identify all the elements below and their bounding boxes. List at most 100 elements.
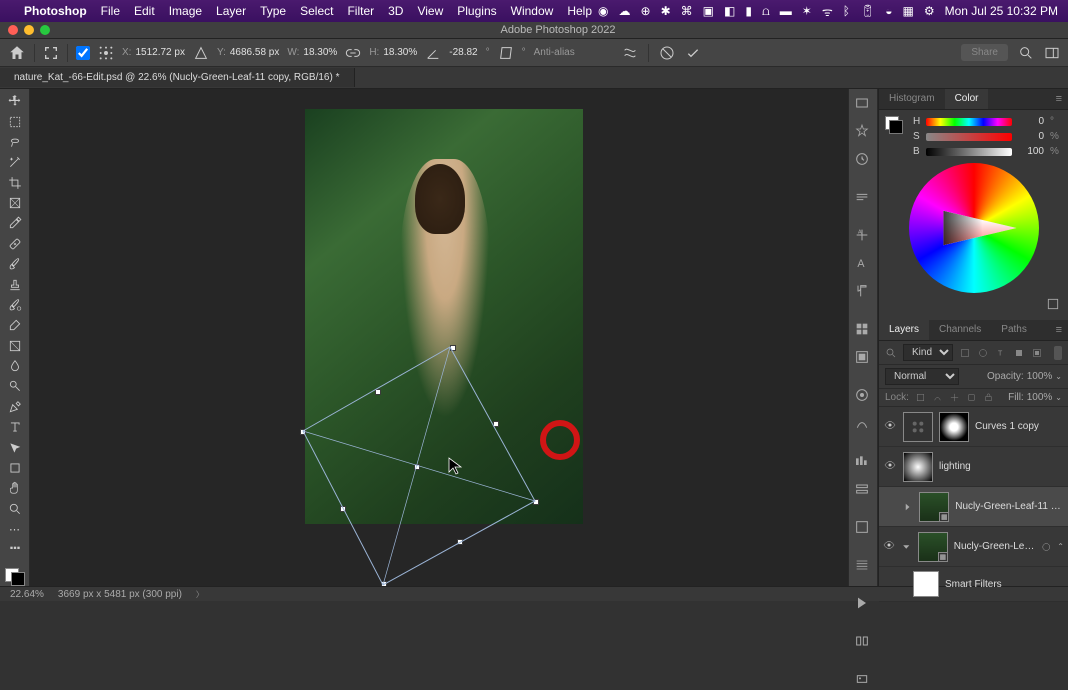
color-wheel[interactable] bbox=[909, 163, 1039, 293]
gradient-tool[interactable] bbox=[4, 338, 26, 354]
app-menu[interactable]: Photoshop bbox=[24, 4, 87, 18]
status-icon[interactable]: ☁ bbox=[619, 4, 631, 18]
h-value[interactable]: 18.30% bbox=[383, 47, 417, 58]
antialias-label[interactable]: Anti-alias bbox=[534, 47, 575, 58]
canvas-area[interactable] bbox=[30, 89, 848, 586]
status-icon[interactable]: ⌘ bbox=[681, 4, 693, 18]
panel-icon[interactable] bbox=[854, 387, 872, 405]
lock-all-icon[interactable] bbox=[983, 392, 994, 403]
lock-brush-icon[interactable] bbox=[932, 392, 943, 403]
menu-window[interactable]: Window bbox=[511, 4, 554, 18]
lock-artboard-icon[interactable] bbox=[966, 392, 977, 403]
status-icon[interactable]: ▬ bbox=[780, 4, 792, 18]
panel-icon[interactable] bbox=[854, 519, 872, 537]
reference-point-icon[interactable] bbox=[98, 45, 114, 61]
panel-icon[interactable] bbox=[854, 415, 872, 433]
visibility-toggle[interactable] bbox=[883, 539, 895, 554]
menu-help[interactable]: Help bbox=[567, 4, 592, 18]
share-button[interactable]: Share bbox=[961, 44, 1008, 61]
panel-icon[interactable] bbox=[854, 671, 872, 689]
layer-list[interactable]: Curves 1 copy lighting ▦ Nucly-Green-Lea… bbox=[879, 407, 1068, 602]
battery-icon[interactable]: 🔋︎ bbox=[860, 4, 875, 18]
menu-edit[interactable]: Edit bbox=[134, 4, 155, 18]
visibility-toggle[interactable] bbox=[883, 459, 897, 474]
status-icon[interactable]: ▣ bbox=[703, 4, 714, 18]
tab-histogram[interactable]: Histogram bbox=[879, 89, 945, 109]
panel-icon[interactable] bbox=[854, 189, 872, 207]
filter-adjust-icon[interactable] bbox=[977, 347, 989, 359]
layer-thumbnail[interactable] bbox=[903, 452, 933, 482]
lock-move-icon[interactable] bbox=[949, 392, 960, 403]
angle-value[interactable]: -28.82 bbox=[449, 47, 477, 58]
sat-value[interactable]: 0 bbox=[1018, 131, 1044, 142]
menu-layer[interactable]: Layer bbox=[216, 4, 246, 18]
tab-paths[interactable]: Paths bbox=[991, 320, 1037, 340]
filter-smart-icon[interactable] bbox=[1031, 347, 1043, 359]
layer-row[interactable]: Smart Filters bbox=[879, 567, 1068, 602]
layer-name[interactable]: Smart Filters bbox=[945, 579, 1002, 590]
panel-icon[interactable] bbox=[854, 481, 872, 499]
blend-mode-select[interactable]: Normal bbox=[885, 368, 959, 385]
panel-icon[interactable] bbox=[854, 123, 872, 141]
skew-icon[interactable] bbox=[498, 45, 514, 61]
filter-pixel-icon[interactable] bbox=[959, 347, 971, 359]
tab-color[interactable]: Color bbox=[945, 89, 989, 109]
lock-pixel-icon[interactable] bbox=[915, 392, 926, 403]
tab-layers[interactable]: Layers bbox=[879, 320, 929, 340]
fill-value[interactable]: 100% bbox=[1027, 392, 1053, 403]
menu-3d[interactable]: 3D bbox=[388, 4, 403, 18]
blur-tool[interactable] bbox=[4, 358, 26, 374]
layer-row[interactable]: ▦ Nucly-Green-Leaf-11 ⌃ bbox=[879, 527, 1068, 567]
menu-filter[interactable]: Filter bbox=[347, 4, 374, 18]
window-minimize[interactable] bbox=[24, 25, 34, 35]
wand-tool[interactable] bbox=[4, 154, 26, 170]
w-value[interactable]: 18.30% bbox=[303, 47, 337, 58]
layer-thumbnail[interactable] bbox=[903, 412, 933, 442]
status-icon[interactable]: ⩍ bbox=[762, 4, 770, 19]
panel-icon[interactable] bbox=[854, 151, 872, 169]
layer-row[interactable]: ▦ Nucly-Green-Leaf-11 copy bbox=[879, 487, 1068, 527]
panel-icon[interactable] bbox=[854, 321, 872, 339]
hue-value[interactable]: 0 bbox=[1018, 116, 1044, 127]
layer-mask[interactable] bbox=[939, 412, 969, 442]
reference-point-toggle[interactable] bbox=[76, 46, 90, 60]
panel-menu-icon[interactable]: ≡ bbox=[1050, 320, 1068, 340]
layer-name[interactable]: Nucly-Green-Leaf-11 bbox=[954, 541, 1035, 552]
window-close[interactable] bbox=[8, 25, 18, 35]
lasso-tool[interactable] bbox=[4, 134, 26, 150]
menu-select[interactable]: Select bbox=[300, 4, 333, 18]
filter-kind-select[interactable]: Kind bbox=[903, 344, 953, 361]
search-icon[interactable] bbox=[885, 347, 897, 359]
panel-icon[interactable]: A bbox=[854, 227, 872, 245]
workspace-icon[interactable] bbox=[1044, 45, 1060, 61]
opacity-value[interactable]: 100% bbox=[1027, 371, 1053, 382]
brush-tool[interactable] bbox=[4, 256, 26, 272]
zoom-tool[interactable] bbox=[4, 501, 26, 517]
panel-icon[interactable] bbox=[854, 557, 872, 575]
document-canvas[interactable] bbox=[305, 109, 583, 524]
transform-icon[interactable] bbox=[43, 45, 59, 61]
cancel-transform-icon[interactable] bbox=[659, 45, 675, 61]
history-brush-tool[interactable] bbox=[4, 297, 26, 313]
window-zoom[interactable] bbox=[40, 25, 50, 35]
clock[interactable]: Mon Jul 25 10:32 PM bbox=[945, 4, 1058, 18]
shape-tool[interactable] bbox=[4, 460, 26, 476]
panel-icon[interactable] bbox=[854, 95, 872, 113]
triangle-icon[interactable] bbox=[193, 45, 209, 61]
layer-name[interactable]: lighting bbox=[939, 461, 971, 472]
filter-mask[interactable] bbox=[913, 571, 939, 597]
x-value[interactable]: 1512.72 px bbox=[135, 47, 185, 58]
status-icon[interactable]: ◧ bbox=[724, 4, 735, 18]
zoom-level[interactable]: 22.64% bbox=[10, 589, 44, 600]
search-icon[interactable] bbox=[1018, 45, 1034, 61]
layer-name[interactable]: Nucly-Green-Leaf-11 copy bbox=[955, 501, 1064, 512]
status-icon[interactable]: ▮ bbox=[745, 4, 752, 18]
status-icon[interactable]: ✶ bbox=[802, 4, 812, 18]
status-icon[interactable]: ◒ bbox=[885, 4, 892, 18]
filter-shape-icon[interactable] bbox=[1013, 347, 1025, 359]
status-icon[interactable]: ✱ bbox=[661, 4, 671, 18]
crop-tool[interactable] bbox=[4, 175, 26, 191]
expand-icon[interactable] bbox=[902, 501, 913, 513]
document-tab[interactable]: nature_Kat_-66-Edit.psd @ 22.6% (Nucly-G… bbox=[0, 68, 355, 87]
pen-tool[interactable] bbox=[4, 399, 26, 415]
